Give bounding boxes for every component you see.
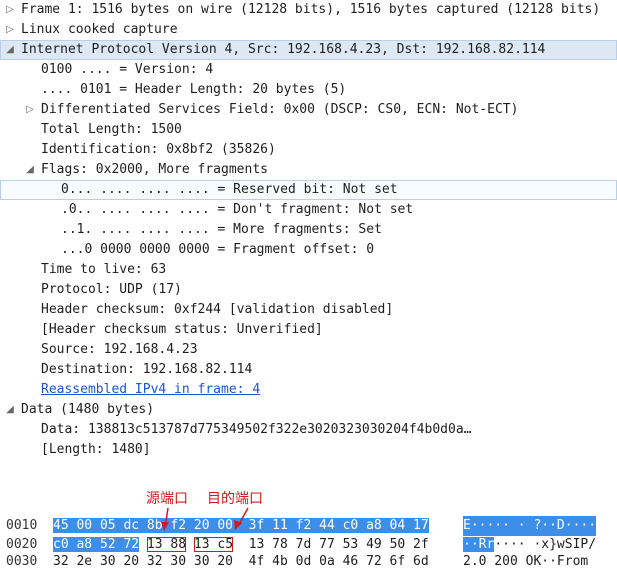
collapse-arrow-icon[interactable]: ◢	[4, 400, 16, 420]
tree-item-header-length[interactable]: .... 0101 = Header Length: 20 bytes (5)	[0, 80, 617, 100]
reassembled-frame-link[interactable]: Reassembled IPv4 in frame: 4	[41, 380, 260, 400]
collapse-arrow-icon[interactable]: ◢	[4, 40, 16, 60]
tree-item-frame[interactable]: ▷ Frame 1: 1516 bytes on wire (12128 bit…	[0, 0, 617, 20]
hex-ascii: 2.0 200 OK··From	[463, 554, 589, 569]
tree-item-data-bytes[interactable]: Data: 138813c513787d775349502f322e302032…	[0, 420, 617, 440]
tree-item-reassembled-link[interactable]: Reassembled IPv4 in frame: 4	[0, 380, 617, 400]
tree-item-protocol[interactable]: Protocol: UDP (17)	[0, 280, 617, 300]
tree-item-version[interactable]: 0100 .... = Version: 4	[0, 60, 617, 80]
collapse-arrow-icon[interactable]: ◢	[24, 160, 36, 180]
expand-arrow-icon[interactable]: ▷	[4, 0, 16, 20]
hex-offset: 0030	[6, 554, 38, 569]
expand-arrow-icon[interactable]: ▷	[24, 100, 36, 120]
hex-dump-pane: 0010 45 00 05 dc 8b f2 20 00 3f 11 f2 44…	[0, 513, 617, 571]
hex-bytes: 45 00 05 dc 8b f2 20 00 3f 11 f2 44 c0 a…	[53, 518, 429, 533]
tree-item-reserved-bit[interactable]: 0... .... .... .... = Reserved bit: Not …	[0, 180, 617, 200]
tree-item-header-checksum[interactable]: Header checksum: 0xf244 [validation disa…	[0, 300, 617, 320]
dst-port-bytes: 13 c5	[193, 537, 234, 552]
hex-bytes: 32 2e 30 20 32 30 30 20 4f 4b 0d 0a 46 7…	[53, 554, 429, 569]
hex-row[interactable]: 0010 45 00 05 dc 8b f2 20 00 3f 11 f2 44…	[0, 516, 617, 536]
src-port-bytes: 13 88	[146, 537, 187, 552]
tree-item-dont-fragment[interactable]: .0.. .... .... .... = Don't fragment: No…	[0, 200, 617, 220]
tree-item-more-fragments[interactable]: ..1. .... .... .... = More fragments: Se…	[0, 220, 617, 240]
dst-port-annotation: 目的端口	[207, 491, 263, 507]
hex-offset: 0010	[6, 518, 38, 533]
tree-item-source[interactable]: Source: 192.168.4.23	[0, 340, 617, 360]
hex-row[interactable]: 0030 32 2e 30 20 32 30 30 20 4f 4b 0d 0a…	[0, 552, 617, 572]
tree-item-data-length[interactable]: [Length: 1480]	[0, 440, 617, 460]
tree-item-dsfield[interactable]: ▷ Differentiated Services Field: 0x00 (D…	[0, 100, 617, 120]
tree-item-ttl[interactable]: Time to live: 63	[0, 260, 617, 280]
tree-item-identification[interactable]: Identification: 0x8bf2 (35826)	[0, 140, 617, 160]
tree-item-linux-cooked-capture[interactable]: ▷ Linux cooked capture	[0, 20, 617, 40]
tree-item-data[interactable]: ◢ Data (1480 bytes)	[0, 400, 617, 420]
expand-arrow-icon[interactable]: ▷	[4, 20, 16, 40]
hex-ascii: E····· · ?··D····	[463, 516, 597, 536]
src-port-annotation: 源端口	[146, 491, 188, 507]
tree-item-checksum-status[interactable]: [Header checksum status: Unverified]	[0, 320, 617, 340]
tree-item-destination[interactable]: Destination: 192.168.82.114	[0, 360, 617, 380]
tree-item-flags[interactable]: ◢ Flags: 0x2000, More fragments	[0, 160, 617, 180]
tree-item-ipv4[interactable]: ◢ Internet Protocol Version 4, Src: 192.…	[0, 40, 617, 60]
tree-item-total-length[interactable]: Total Length: 1500	[0, 120, 617, 140]
tree-item-fragment-offset[interactable]: ...0 0000 0000 0000 = Fragment offset: 0	[0, 240, 617, 260]
